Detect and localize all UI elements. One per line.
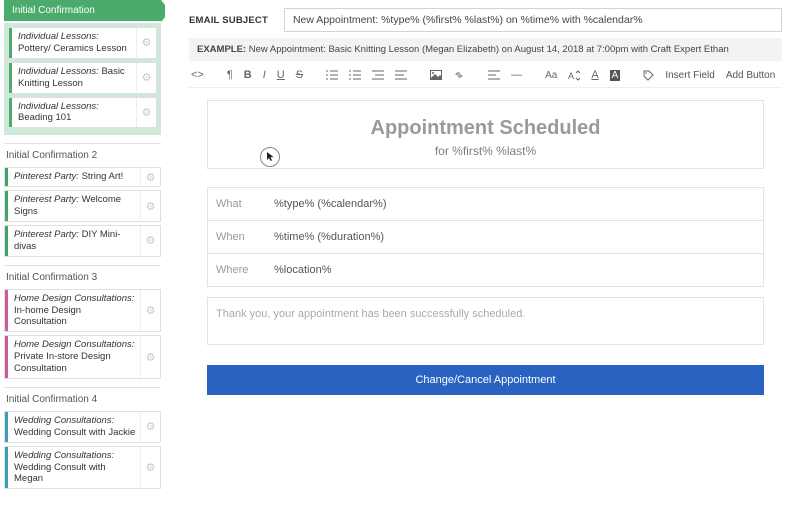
code-icon[interactable]: <> bbox=[191, 69, 204, 81]
list-ol-icon[interactable] bbox=[349, 70, 361, 80]
indent-icon[interactable] bbox=[395, 70, 407, 80]
strike-icon[interactable]: S bbox=[296, 69, 303, 81]
details-table: What%type% (%calendar%)When%time% (%dura… bbox=[207, 187, 764, 287]
sidebar-item[interactable]: Individual Lessons: Basic Knitting Lesso… bbox=[8, 62, 157, 94]
font-family-icon[interactable]: Aa bbox=[545, 70, 557, 81]
sidebar-item[interactable]: Home Design Consultations: Private In-st… bbox=[4, 335, 161, 379]
add-button-button[interactable]: Add Button bbox=[726, 70, 775, 81]
appointment-title: Appointment Scheduled bbox=[222, 117, 749, 140]
sidebar-item-label: Wedding Consultations: Wedding Consult w… bbox=[8, 412, 140, 442]
thanks-block[interactable]: Thank you, your appointment has been suc… bbox=[207, 297, 764, 345]
paragraph-icon[interactable]: ¶ bbox=[227, 69, 233, 81]
bg-color-icon[interactable]: A bbox=[610, 70, 621, 81]
sidebar-item-label: Wedding Consultations: Wedding Consult w… bbox=[8, 447, 140, 489]
sidebar-item[interactable]: Individual Lessons: Beading 101⚙ bbox=[8, 97, 157, 129]
sidebar-item-label: Pinterest Party: DIY Mini-divas bbox=[8, 226, 140, 256]
sidebar-item[interactable]: Home Design Consultations: In-home Desig… bbox=[4, 289, 161, 333]
gear-icon[interactable]: ⚙ bbox=[136, 28, 156, 58]
sidebar-item-label: Pinterest Party: Welcome Signs bbox=[8, 191, 140, 221]
link-icon[interactable] bbox=[453, 70, 465, 80]
main-panel: EMAIL SUBJECT EXAMPLE: New Appointment: … bbox=[165, 0, 800, 525]
sidebar-item-label: Individual Lessons: Basic Knitting Lesso… bbox=[12, 63, 136, 93]
gear-icon[interactable]: ⚙ bbox=[136, 63, 156, 93]
example-row: EXAMPLE: New Appointment: Basic Knitting… bbox=[189, 38, 782, 61]
sidebar-item[interactable]: Individual Lessons: Pottery/ Ceramics Le… bbox=[8, 27, 157, 59]
sidebar-group-header[interactable]: Initial Confirmation bbox=[4, 0, 161, 21]
sidebar-item-label: Individual Lessons: Pottery/ Ceramics Le… bbox=[12, 28, 136, 58]
bold-icon[interactable]: B bbox=[244, 69, 252, 81]
change-cancel-button[interactable]: Change/Cancel Appointment bbox=[207, 365, 764, 395]
outdent-icon[interactable] bbox=[372, 70, 384, 80]
image-icon[interactable] bbox=[430, 70, 442, 80]
sidebar-item-label: Pinterest Party: String Art! bbox=[8, 168, 140, 186]
gear-icon[interactable]: ⚙ bbox=[140, 336, 160, 378]
example-text: New Appointment: Basic Knitting Lesson (… bbox=[249, 44, 729, 55]
list-ul-icon[interactable] bbox=[326, 70, 338, 80]
gear-icon[interactable]: ⚙ bbox=[140, 226, 160, 256]
gear-icon[interactable]: ⚙ bbox=[140, 191, 160, 221]
subject-label: EMAIL SUBJECT bbox=[189, 15, 268, 26]
sidebar-item-label: Home Design Consultations: In-home Desig… bbox=[8, 290, 140, 332]
gear-icon[interactable]: ⚙ bbox=[140, 447, 160, 489]
cursor-icon bbox=[260, 147, 280, 167]
subject-input[interactable] bbox=[284, 8, 782, 32]
underline-icon[interactable]: U bbox=[277, 69, 285, 81]
font-size-icon[interactable]: A bbox=[568, 70, 580, 81]
sidebar-group-header[interactable]: Initial Confirmation 4 bbox=[4, 387, 161, 409]
title-block[interactable]: Appointment Scheduled for %first% %last% bbox=[207, 100, 764, 169]
sidebar-item[interactable]: Pinterest Party: String Art!⚙ bbox=[4, 167, 161, 187]
detail-value: %time% (%duration%) bbox=[266, 221, 763, 253]
gear-icon[interactable]: ⚙ bbox=[140, 168, 160, 186]
sidebar-group-header[interactable]: Initial Confirmation 3 bbox=[4, 265, 161, 287]
sidebar-item[interactable]: Wedding Consultations: Wedding Consult w… bbox=[4, 446, 161, 490]
editor-toolbar: <> ¶ B I U S bbox=[189, 65, 782, 88]
insert-field-button[interactable]: Insert Field bbox=[665, 70, 714, 81]
for-line: for %first% %last% bbox=[222, 144, 749, 158]
tag-icon[interactable] bbox=[643, 70, 654, 81]
italic-icon[interactable]: I bbox=[263, 69, 266, 81]
sidebar-group-header[interactable]: Initial Confirmation 2 bbox=[4, 143, 161, 165]
detail-label: Where bbox=[208, 254, 266, 286]
detail-row: When%time% (%duration%) bbox=[208, 221, 763, 254]
detail-row: Where%location% bbox=[208, 254, 763, 286]
detail-row: What%type% (%calendar%) bbox=[208, 188, 763, 221]
email-editor[interactable]: Appointment Scheduled for %first% %last%… bbox=[189, 100, 782, 395]
align-icon[interactable] bbox=[488, 70, 500, 80]
example-label: EXAMPLE: bbox=[197, 44, 246, 55]
text-color-icon[interactable]: A bbox=[591, 69, 598, 81]
detail-value: %type% (%calendar%) bbox=[266, 188, 763, 220]
hr-icon[interactable]: — bbox=[511, 69, 522, 81]
detail-value: %location% bbox=[266, 254, 763, 286]
svg-text:A: A bbox=[568, 71, 574, 81]
gear-icon[interactable]: ⚙ bbox=[140, 290, 160, 332]
sidebar-item[interactable]: Pinterest Party: Welcome Signs⚙ bbox=[4, 190, 161, 222]
detail-label: What bbox=[208, 188, 266, 220]
gear-icon[interactable]: ⚙ bbox=[136, 98, 156, 128]
sidebar-item[interactable]: Wedding Consultations: Wedding Consult w… bbox=[4, 411, 161, 443]
sidebar: Initial Confirmation Individual Lessons: … bbox=[0, 0, 165, 525]
gear-icon[interactable]: ⚙ bbox=[140, 412, 160, 442]
sidebar-item[interactable]: Pinterest Party: DIY Mini-divas⚙ bbox=[4, 225, 161, 257]
sidebar-item-label: Individual Lessons: Beading 101 bbox=[12, 98, 136, 128]
sidebar-item-label: Home Design Consultations: Private In-st… bbox=[8, 336, 140, 378]
detail-label: When bbox=[208, 221, 266, 253]
